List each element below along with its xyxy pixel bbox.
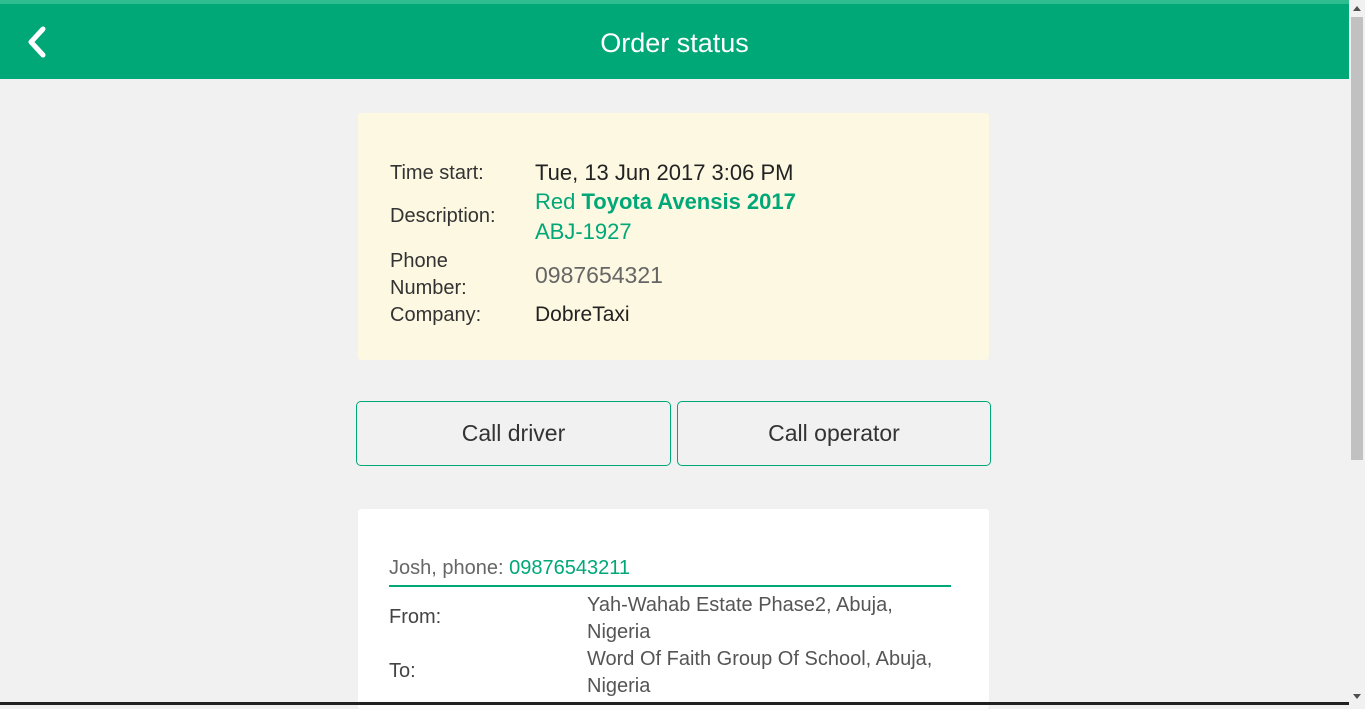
car-description: Red Toyota Avensis 2017	[535, 187, 796, 217]
order-info-card: Time start: Tue, 13 Jun 2017 3:06 PM Des…	[358, 113, 989, 360]
to-label: To:	[389, 660, 416, 682]
to-address-line1: Word Of Faith Group Of School, Abuja,	[587, 648, 933, 670]
car-color: Red	[535, 189, 576, 214]
page-title: Order status	[600, 28, 749, 58]
time-start-value: Tue, 13 Jun 2017 3:06 PM	[535, 160, 794, 185]
call-driver-button[interactable]: Call driver	[356, 401, 671, 466]
scrollbar[interactable]	[1349, 0, 1365, 705]
phone-value: 0987654321	[535, 262, 663, 288]
from-address: Yah-Wahab Estate Phase2, Abuja, Nigeria	[587, 592, 957, 646]
phone-label-line2: Number:	[390, 277, 467, 299]
triangle-down-icon	[1353, 694, 1361, 699]
to-address-line2: Nigeria	[587, 675, 651, 697]
scroll-up-arrow[interactable]	[1349, 0, 1365, 17]
car-plate: ABJ-1927	[535, 219, 632, 244]
triangle-up-icon	[1353, 6, 1361, 11]
scroll-down-arrow[interactable]	[1349, 688, 1365, 705]
route-card: Josh, phone: 09876543211 From: Yah-Wahab…	[358, 509, 989, 709]
to-address: Word Of Faith Group Of School, Abuja, Ni…	[587, 646, 957, 700]
scroll-thumb[interactable]	[1351, 17, 1363, 460]
passenger-label: Josh, phone:	[389, 557, 510, 579]
passenger-phone-link[interactable]: 09876543211	[509, 557, 630, 579]
from-label: From:	[389, 606, 442, 628]
description-label: Description:	[390, 205, 496, 227]
company-label: Company:	[390, 304, 482, 326]
phone-label-line1: Phone	[390, 250, 448, 272]
app-header: Order status	[0, 4, 1349, 79]
from-address-line2: Nigeria	[587, 621, 651, 643]
call-operator-button[interactable]: Call operator	[677, 401, 991, 466]
time-start-label: Time start:	[390, 162, 484, 184]
company-value: DobreTaxi	[535, 303, 630, 326]
passenger-info: Josh, phone: 09876543211	[389, 553, 951, 587]
car-model: Toyota Avensis 2017	[581, 189, 796, 214]
from-address-line1: Yah-Wahab Estate Phase2, Abuja,	[587, 594, 893, 616]
